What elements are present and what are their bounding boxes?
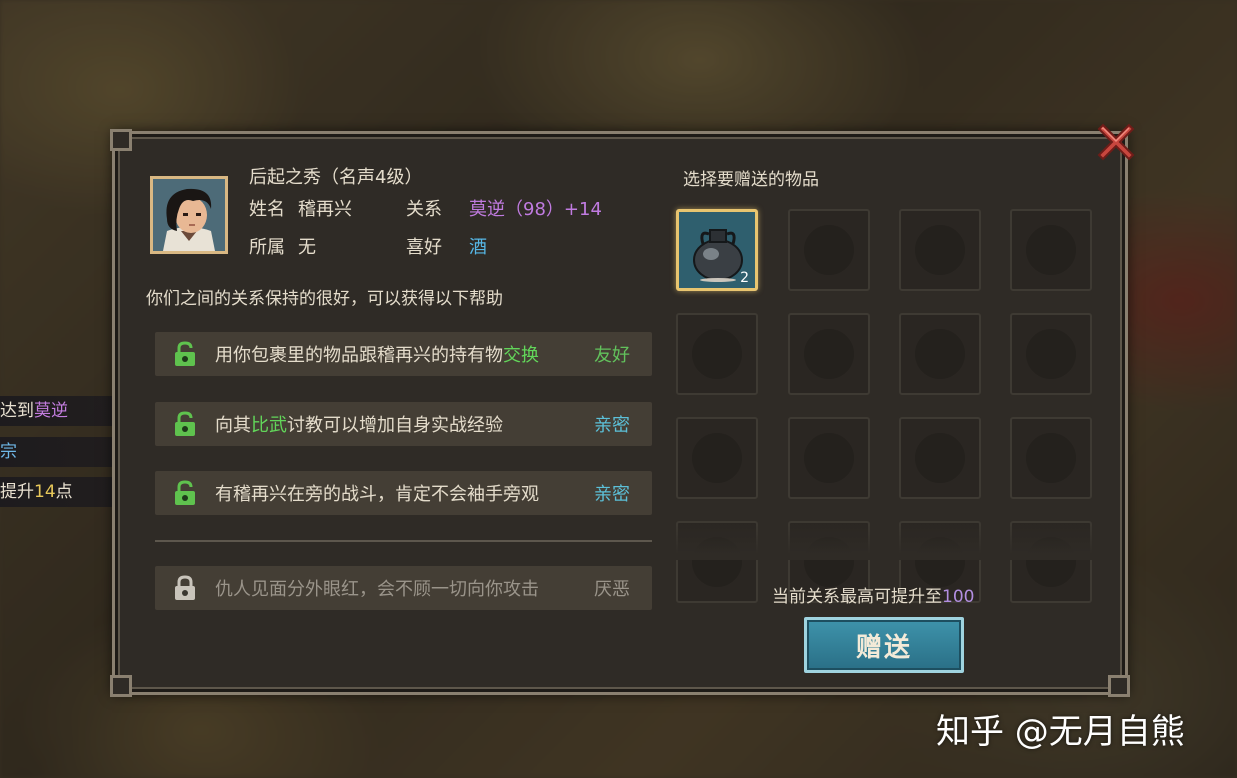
inventory-slot[interactable] <box>899 313 981 395</box>
help-row-spar[interactable]: 向其比武讨教可以增加自身实战经验 亲密 <box>155 402 652 446</box>
inventory-slot[interactable] <box>676 313 758 395</box>
help-row-exchange[interactable]: 用你包裹里的物品跟稽再兴的持有物交换 友好 <box>155 332 652 376</box>
gift-button[interactable]: 赠送 <box>804 617 964 673</box>
relation-label: 关系 <box>406 199 442 220</box>
side-notice-text: 点 <box>55 482 73 502</box>
inventory-slot[interactable] <box>1010 313 1092 395</box>
help-row-tag: 亲密 <box>594 484 630 505</box>
faction-value: 无 <box>298 237 316 258</box>
character-name: 稽再兴 <box>298 199 352 220</box>
help-row-text: 有稽再兴在旁的战斗，肯定不会袖手旁观 <box>215 484 539 505</box>
panel-corner-ornament <box>1108 675 1130 697</box>
side-notice-highlight: 宗 <box>0 442 17 462</box>
lock-icon <box>175 575 195 600</box>
hobby-label: 喜好 <box>406 237 442 258</box>
inventory-slot[interactable] <box>899 417 981 499</box>
help-row-tag: 友好 <box>594 345 630 366</box>
max-relation-note: 当前关系最高可提升至100 <box>772 582 974 607</box>
inventory-slot[interactable] <box>788 313 870 395</box>
close-icon <box>1097 123 1135 161</box>
inventory-slot-selected[interactable]: 2 <box>676 209 758 291</box>
help-row-tag: 亲密 <box>594 415 630 436</box>
inventory-slot[interactable] <box>1010 209 1092 291</box>
inventory-slot[interactable] <box>1010 417 1092 499</box>
help-row-tag: 厌恶 <box>594 579 630 600</box>
character-title: 后起之秀（名声4级） <box>249 167 423 188</box>
inventory-slot[interactable] <box>899 209 981 291</box>
watermark: 知乎 @无月自熊 <box>936 712 1185 752</box>
wine-jar-icon <box>693 229 743 282</box>
hobby-value: 酒 <box>469 237 487 258</box>
panel-corner-ornament <box>110 129 132 151</box>
help-row-text: 用你包裹里的物品跟稽再兴的持有物交换 <box>215 345 539 366</box>
side-notice-highlight: 莫逆 <box>34 401 68 421</box>
close-button[interactable] <box>1092 118 1140 166</box>
max-relation-value: 100 <box>942 587 975 607</box>
section-divider <box>155 540 652 542</box>
side-notice-text: 达到 <box>0 401 34 421</box>
relation-summary: 你们之间的关系保持的很好，可以获得以下帮助 <box>146 289 503 309</box>
help-row-battle-assist[interactable]: 有稽再兴在旁的战斗，肯定不会袖手旁观 亲密 <box>155 471 652 515</box>
unlocked-icon <box>175 411 195 436</box>
gift-panel-title: 选择要赠送的物品 <box>683 170 819 190</box>
inventory-slot[interactable] <box>788 417 870 499</box>
faction-label: 所属 <box>249 237 285 258</box>
avatar <box>153 179 225 251</box>
panel-corner-ornament <box>110 675 132 697</box>
inventory-slot[interactable] <box>788 209 870 291</box>
help-row-text: 向其比武讨教可以增加自身实战经验 <box>215 415 503 436</box>
side-notice-number: 14 <box>34 482 56 502</box>
help-row-hostile: 仇人见面分外眼红，会不顾一切向你攻击 厌恶 <box>155 566 652 610</box>
character-portrait <box>150 176 228 254</box>
unlocked-icon <box>175 480 195 505</box>
help-row-text: 仇人见面分外眼红，会不顾一切向你攻击 <box>215 579 539 600</box>
max-relation-label: 当前关系最高可提升至 <box>772 587 942 607</box>
relation-value: 莫逆（98）+14 <box>469 199 602 220</box>
inventory-slot[interactable] <box>676 417 758 499</box>
inventory-scroll-fade <box>672 520 1102 560</box>
name-label: 姓名 <box>249 199 285 220</box>
item-count: 2 <box>740 270 749 286</box>
unlocked-icon <box>175 341 195 366</box>
side-notice-text: 提升 <box>0 482 34 502</box>
